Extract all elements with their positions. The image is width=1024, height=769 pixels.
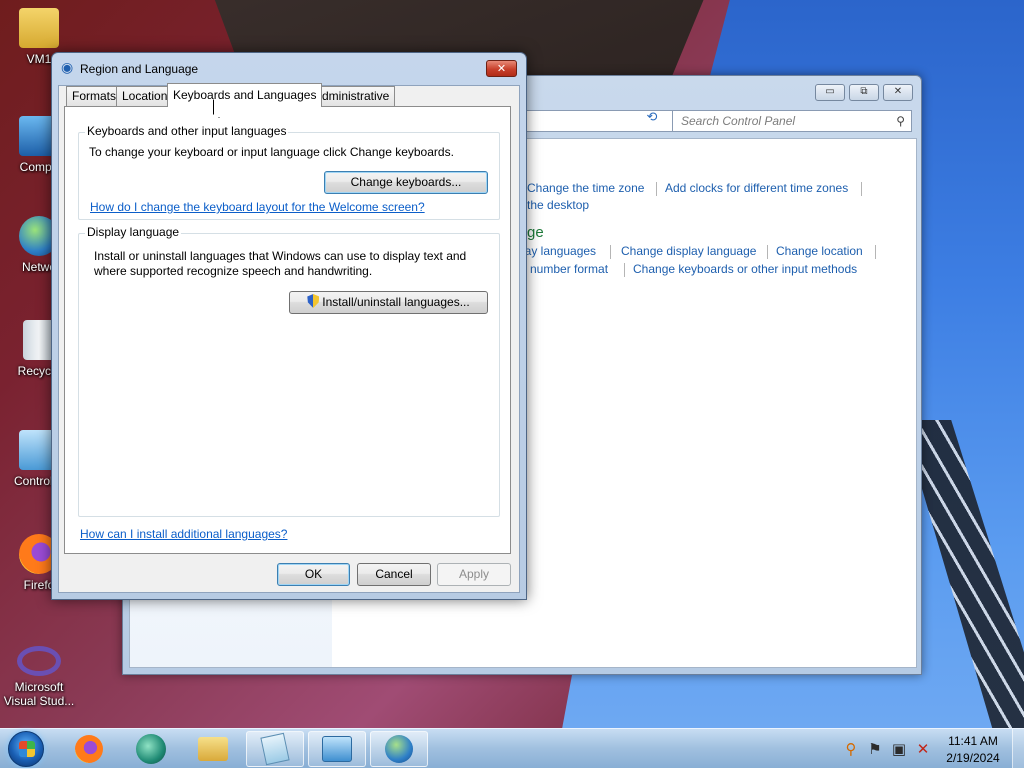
link-add-clocks[interactable]: Add clocks for different time zones (665, 181, 848, 195)
install-uninstall-languages-button[interactable]: Install/uninstall languages... (289, 291, 488, 314)
control-panel-icon (322, 736, 352, 762)
link-number-format[interactable]: number format (530, 262, 608, 276)
keyboards-group: Keyboards and other input languages To c… (78, 124, 500, 220)
search-input[interactable]: Search Control Panel ⚲ (672, 110, 912, 132)
dialog-close-button[interactable]: ✕ (486, 60, 517, 77)
search-icon[interactable]: ⚲ (842, 740, 860, 758)
clock-date[interactable]: 2/19/2024 (940, 751, 1006, 765)
link-separator (610, 245, 611, 259)
file-explorer-icon (198, 737, 228, 761)
visual-studio-icon (17, 646, 61, 676)
keyboards-group-title: Keyboards and other input languages (85, 124, 289, 138)
taskbar-notepad[interactable] (246, 731, 304, 767)
desktop-icon-label: VM1 (26, 52, 52, 66)
taskbar: ⚲ ⚑ ▣ ✕ 11:41 AM 2/19/2024 (0, 728, 1024, 769)
link-separator (767, 245, 768, 259)
taskbar-control-panel[interactable] (308, 731, 366, 767)
show-desktop-button[interactable] (1012, 729, 1024, 769)
minimize-button[interactable]: ▭ (815, 84, 845, 101)
tab-location[interactable]: Location (116, 86, 174, 106)
taskbar-browser[interactable] (122, 731, 180, 767)
keyboards-description: To change your keyboard or input languag… (89, 145, 454, 159)
region-language-icon (385, 735, 413, 763)
volume-muted-icon[interactable]: ✕ (914, 740, 932, 758)
desktop-icon-label: Microsoft Visual Stud... (3, 680, 75, 708)
link-change-time-zone[interactable]: Change the time zone (527, 181, 644, 195)
tab-keyboards-and-languages[interactable]: Keyboards and Languages (167, 83, 323, 107)
globe-icon: ◉ (61, 60, 74, 76)
link-change-display-language[interactable]: Change display language (621, 244, 756, 258)
action-center-flag-icon[interactable]: ⚑ (866, 740, 884, 758)
network-icon[interactable]: ▣ (890, 740, 908, 758)
link-change-location[interactable]: Change location (776, 244, 863, 258)
browser-icon (136, 734, 166, 764)
windows-logo-icon (19, 741, 35, 757)
ok-button[interactable]: OK (277, 563, 350, 586)
window-caption-buttons: ▭ ⧉ ✕ (815, 84, 913, 101)
link-desktop[interactable]: the desktop (527, 198, 589, 212)
display-language-description-line2: where supported recognize speech and han… (94, 264, 373, 278)
start-button[interactable] (8, 731, 44, 767)
search-placeholder: Search Control Panel (681, 114, 796, 128)
link-display-languages[interactable]: lay languages (522, 244, 596, 258)
link-separator (656, 182, 657, 196)
restore-button[interactable]: ⧉ (849, 84, 879, 101)
taskbar-file-explorer[interactable] (184, 731, 242, 767)
change-keyboards-button[interactable]: Change keyboards... (324, 171, 488, 194)
firefox-icon (75, 735, 103, 763)
user-folder-icon (19, 8, 59, 48)
welcome-screen-keyboard-link[interactable]: How do I change the keyboard layout for … (90, 200, 425, 214)
desktop-icon-visual-studio[interactable]: Microsoft Visual Stud... (0, 646, 78, 708)
link-separator (861, 182, 862, 196)
tab-panel-keyboards-and-languages: Keyboards and other input languages To c… (64, 106, 511, 554)
apply-button[interactable]: Apply (437, 563, 511, 586)
close-button[interactable]: ✕ (883, 84, 913, 101)
taskbar-firefox[interactable] (60, 731, 118, 767)
display-language-group: Display language Install or uninstall la… (78, 225, 500, 517)
taskbar-region-language[interactable] (370, 731, 428, 767)
tab-formats[interactable]: Formats (66, 86, 123, 106)
link-separator (875, 245, 876, 259)
refresh-icon[interactable]: ⟲ (641, 110, 663, 132)
cancel-button[interactable]: Cancel (357, 563, 431, 586)
display-language-group-title: Display language (85, 225, 182, 239)
category-heading[interactable]: ge (527, 224, 544, 241)
install-additional-languages-link[interactable]: How can I install additional languages? (80, 527, 287, 541)
uac-shield-icon (307, 294, 320, 308)
dialog-title: Region and Language (80, 62, 199, 76)
desktop-icon-label: Firefo (23, 578, 55, 592)
notepad-icon (260, 732, 290, 766)
search-icon[interactable]: ⚲ (896, 111, 905, 131)
link-change-keyboards[interactable]: Change keyboards or other input methods (633, 262, 857, 276)
link-separator (624, 263, 625, 277)
install-uninstall-languages-label: Install/uninstall languages... (322, 295, 470, 309)
clock-time[interactable]: 11:41 AM (940, 734, 1006, 748)
display-language-description-line1: Install or uninstall languages that Wind… (94, 249, 467, 263)
